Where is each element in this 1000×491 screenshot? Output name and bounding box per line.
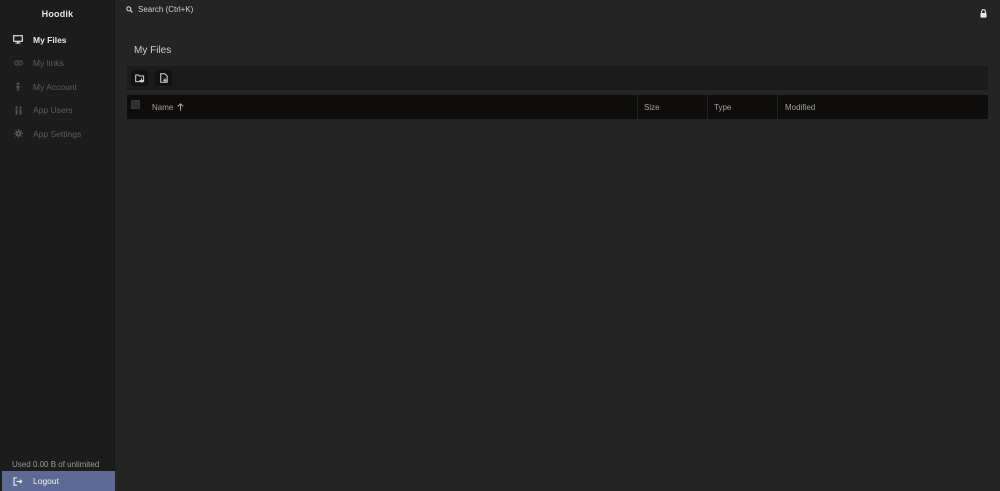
search-trigger[interactable]: Search (Ctrl+K) xyxy=(126,5,193,14)
column-header-type[interactable]: Type xyxy=(707,95,777,119)
sidebar-item-label: My links xyxy=(33,58,64,69)
sidebar-item-my-account[interactable]: My Account xyxy=(0,75,115,99)
sidebar-nav: My Files My links My Account App Users A… xyxy=(0,28,115,146)
column-header-size[interactable]: Size xyxy=(637,95,707,119)
search-label: Search (Ctrl+K) xyxy=(138,5,194,14)
sidebar-item-app-settings[interactable]: App Settings xyxy=(0,122,115,146)
logout-label: Logout xyxy=(33,476,59,486)
column-label: Size xyxy=(644,102,660,112)
column-label: Type xyxy=(714,102,732,112)
logout-icon xyxy=(12,475,24,487)
person-icon xyxy=(12,81,24,93)
select-all-checkbox[interactable] xyxy=(131,100,140,109)
link-icon xyxy=(12,57,24,69)
sidebar-item-label: App Users xyxy=(33,105,73,116)
sort-ascending-icon xyxy=(177,103,184,111)
file-toolbar xyxy=(127,66,988,90)
page-title: My Files xyxy=(134,45,172,56)
storage-usage: Used 0.00 B of unlimited xyxy=(12,460,100,469)
new-file-button[interactable] xyxy=(155,70,172,86)
brand-title: Hoodik xyxy=(41,9,74,19)
app-window: Hoodik My Files My links My Account App … xyxy=(0,0,1000,491)
search-icon xyxy=(126,6,133,13)
users-icon xyxy=(12,104,24,116)
sidebar-item-app-users[interactable]: App Users xyxy=(0,99,115,123)
column-label: Name xyxy=(152,102,174,112)
sidebar-item-label: App Settings xyxy=(33,128,82,139)
column-header-name[interactable]: Name xyxy=(152,95,637,119)
monitor-icon xyxy=(12,34,24,46)
gear-icon xyxy=(12,128,24,140)
folder-plus-icon xyxy=(134,74,144,83)
file-plus-icon xyxy=(159,73,168,83)
column-header-modified[interactable]: Modified xyxy=(777,95,988,119)
logout-button[interactable]: Logout xyxy=(2,471,115,491)
column-label: Modified xyxy=(785,102,816,112)
sidebar: Hoodik My Files My links My Account App … xyxy=(0,0,115,491)
sidebar-item-my-files[interactable]: My Files xyxy=(0,28,115,52)
sidebar-item-my-links[interactable]: My links xyxy=(0,52,115,76)
new-folder-button[interactable] xyxy=(131,70,148,86)
files-table-header: Name Size Type Modified xyxy=(127,95,988,119)
lock-icon[interactable] xyxy=(980,5,989,18)
sidebar-item-label: My Files xyxy=(33,34,67,45)
sidebar-item-label: My Account xyxy=(33,81,77,92)
